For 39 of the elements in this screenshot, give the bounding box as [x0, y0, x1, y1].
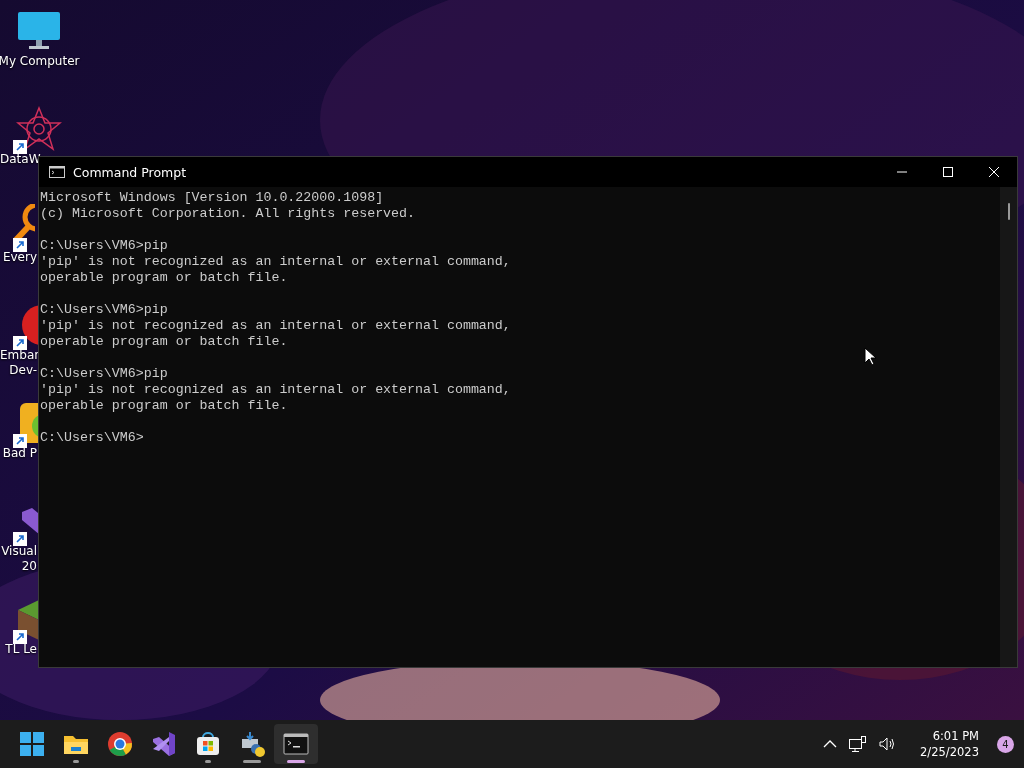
terminal-icon [283, 731, 309, 757]
store-bag-icon [195, 731, 221, 757]
console-line: operable program or batch file. [40, 270, 289, 286]
console-line: C:\Users\VM6>pip [40, 302, 169, 318]
scrollbar-thumb[interactable] [1007, 203, 1010, 220]
console-line: C:\Users\VM6>pip [40, 238, 169, 254]
console-line: Microsoft Windows [Version 10.0.22000.1098] [40, 190, 385, 206]
console-line: 'pip' is not recognized as an internal or external command, [40, 318, 512, 334]
console-line: 'pip' is not recognized as an internal or external command, [40, 254, 512, 270]
taskbar-app-button[interactable] [274, 724, 318, 764]
notification-badge[interactable]: 4 [997, 735, 1014, 753]
desktop-icon-label[interactable]: Visual [0, 544, 37, 559]
time-text: 6:01 PM [932, 728, 979, 744]
close-icon [989, 167, 999, 177]
console-line: operable program or batch file. [40, 334, 289, 350]
clock[interactable]: 6:01 PM 2/25/2023 [920, 728, 979, 760]
desktop-icon-label[interactable]: Embar [0, 348, 37, 363]
desktop-icon-label[interactable]: TL Le [0, 642, 37, 657]
console-line: 'pip' is not recognized as an internal or external command, [40, 382, 512, 398]
desktop-icon-label[interactable]: Dev- [0, 363, 37, 378]
desktop-icon-label[interactable]: 20 [0, 559, 37, 574]
installer-icon [239, 731, 265, 757]
terminal-icon [49, 166, 65, 178]
chrome-icon [107, 731, 133, 757]
star-pattern-icon [16, 106, 62, 152]
scrollbar[interactable] [1000, 187, 1017, 667]
desktop-icon-label[interactable]: My Computer [0, 54, 80, 69]
windows-logo-icon [19, 731, 45, 757]
maximize-icon [943, 167, 953, 177]
mouse-cursor-icon [864, 347, 876, 366]
visual-studio-icon [151, 731, 177, 757]
console-line: C:\Users\VM6> [40, 430, 145, 446]
console-line: C:\Users\VM6>pip [40, 366, 169, 382]
console-line: (c) Microsoft Corporation. All rights reserved. [40, 206, 417, 222]
desktop-icon-label[interactable]: Every [0, 250, 37, 265]
console-line: operable program or batch file. [40, 398, 289, 414]
desktop-icon-label[interactable]: Bad P [0, 446, 37, 461]
window-title: Command Prompt [73, 164, 188, 180]
date-text: 2/25/2023 [920, 744, 979, 760]
